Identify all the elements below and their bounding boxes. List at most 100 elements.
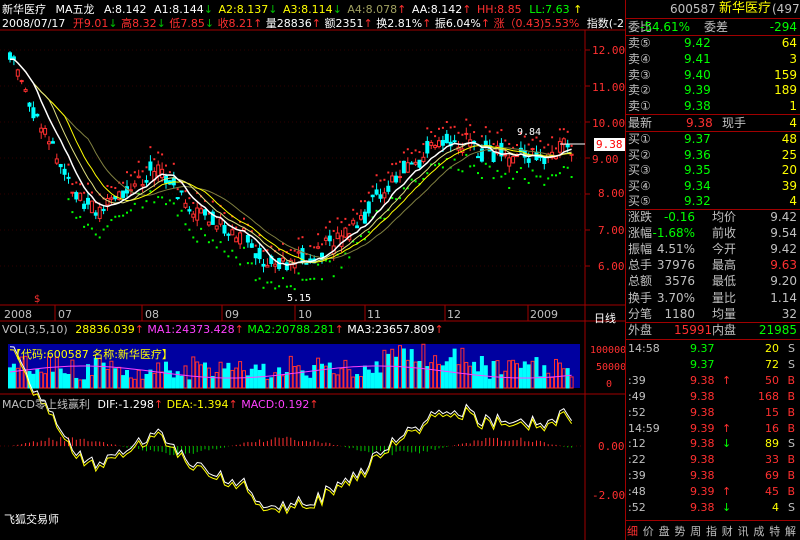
volume-bar bbox=[62, 373, 67, 389]
vol-title[interactable]: VOL(3,5,10) bbox=[2, 323, 68, 336]
bid-row[interactable]: 买③ 9.35 20 bbox=[626, 162, 800, 178]
vol-stock-info: 【代码:600587 名称:新华医疗】 bbox=[10, 348, 173, 361]
bid-row[interactable]: 买② 9.36 25 bbox=[626, 147, 800, 163]
tick-price: 9.38 bbox=[690, 501, 715, 514]
candle-body bbox=[39, 127, 44, 133]
tick-time: :49 bbox=[628, 389, 646, 403]
candle-body bbox=[19, 80, 24, 83]
bottom-tab[interactable]: 价 bbox=[643, 523, 654, 539]
bottom-tab[interactable]: 财 bbox=[722, 523, 733, 539]
bid-label: 买④ bbox=[628, 178, 651, 193]
bid-row[interactable]: 买④ 9.34 39 bbox=[626, 178, 800, 194]
bottom-tab[interactable]: 解 bbox=[785, 523, 796, 539]
support-dot bbox=[516, 171, 518, 174]
tick-time: :48 bbox=[628, 485, 646, 499]
support-dot bbox=[266, 281, 269, 284]
bar-change: 涨（0.43)5.53% bbox=[493, 17, 580, 30]
ask-volume: 64 bbox=[781, 36, 797, 50]
ask-row[interactable]: 卖② 9.39 189 bbox=[626, 82, 800, 98]
stat-value-1: -0.16 bbox=[663, 210, 695, 224]
bid-label: 买⑤ bbox=[628, 194, 651, 209]
resistance-dot bbox=[184, 190, 187, 193]
resistance-dot bbox=[352, 208, 355, 211]
ask-row[interactable]: 卖① 9.38 1 bbox=[626, 98, 800, 114]
macd-title[interactable]: MACD零上线赢利 bbox=[2, 398, 90, 411]
volume-bar bbox=[534, 357, 539, 389]
watermark: 飞狐交易师 bbox=[4, 513, 59, 526]
candle-body bbox=[156, 164, 161, 177]
last-label: 最新 bbox=[628, 116, 653, 130]
bottom-tab[interactable]: 周 bbox=[690, 523, 701, 539]
resistance-dot bbox=[473, 131, 476, 134]
period-selector[interactable]: 日线 bbox=[594, 310, 616, 326]
bottom-tab[interactable]: 讯 bbox=[738, 523, 749, 539]
support-dot bbox=[239, 263, 242, 266]
support-dot bbox=[184, 223, 187, 226]
support-dot bbox=[313, 277, 316, 280]
ask-row[interactable]: 卖③ 9.40 159 bbox=[626, 67, 800, 83]
bid-row[interactable]: 买⑤ 9.32 4 bbox=[626, 193, 800, 209]
candle-body bbox=[50, 141, 55, 144]
volume-bar bbox=[257, 369, 262, 389]
candle-body bbox=[265, 264, 270, 268]
support-dot bbox=[188, 228, 191, 231]
bar-close: 收8.21 bbox=[217, 17, 254, 30]
volume-bar bbox=[542, 365, 547, 389]
index-toggle[interactable]: 指数(-2 bbox=[587, 17, 624, 30]
chart-area[interactable]: 新华医疗 MA五龙 A:8.142 A1:8.144↓ A2:8.137↓ A3… bbox=[0, 0, 626, 540]
candle-body bbox=[503, 154, 508, 157]
volume-bar bbox=[378, 372, 383, 389]
candle-body bbox=[43, 127, 48, 135]
quote-name: 新华医疗 bbox=[719, 1, 772, 16]
support-dot bbox=[547, 177, 550, 180]
support-dot bbox=[410, 178, 413, 181]
stat-label-1: 分笔 bbox=[628, 306, 653, 321]
stat-label-1: 振幅 bbox=[628, 242, 653, 257]
bottom-tab[interactable]: 指 bbox=[706, 523, 717, 539]
stat-label-2: 均价 bbox=[712, 210, 737, 224]
bottom-tab[interactable]: 特 bbox=[769, 523, 780, 539]
stat-label-1: 总手 bbox=[628, 258, 653, 273]
support-dot bbox=[348, 256, 351, 259]
bottom-tab[interactable]: 盘 bbox=[659, 523, 670, 539]
resistance-dot bbox=[254, 244, 257, 247]
ask-row[interactable]: 卖④ 9.41 3 bbox=[626, 51, 800, 67]
volume-bar bbox=[253, 364, 258, 389]
resistance-dot bbox=[172, 162, 175, 165]
resistance-dot bbox=[293, 249, 296, 252]
resistance-dot bbox=[508, 142, 511, 145]
candle-body bbox=[335, 232, 340, 240]
support-dot bbox=[106, 225, 109, 228]
candle-body bbox=[401, 160, 406, 174]
support-dot bbox=[110, 219, 113, 222]
resistance-dot bbox=[336, 217, 339, 220]
bottom-tab[interactable]: 细 bbox=[627, 523, 638, 539]
candle-body bbox=[234, 237, 239, 243]
candle-body bbox=[8, 52, 12, 60]
stat-value-2: 9.63 bbox=[770, 258, 797, 273]
ask-row[interactable]: 卖⑤ 9.42 64 bbox=[626, 35, 800, 51]
volume-bar bbox=[203, 362, 207, 389]
vol-ma3: MA3:23657.809 bbox=[347, 323, 435, 336]
support-dot bbox=[469, 165, 472, 168]
support-dot bbox=[223, 250, 226, 253]
bottom-tab[interactable]: 成 bbox=[753, 523, 764, 539]
tick-volume: 168 bbox=[758, 389, 779, 403]
support-dot bbox=[235, 256, 238, 259]
candle-body bbox=[257, 247, 262, 260]
resistance-dot bbox=[122, 181, 125, 184]
bid-volume: 4 bbox=[789, 194, 797, 209]
bottom-tab[interactable]: 势 bbox=[674, 523, 685, 539]
bid-row[interactable]: 买① 9.37 48 bbox=[626, 131, 800, 147]
candle-body bbox=[89, 200, 94, 214]
volume-bar bbox=[312, 365, 317, 389]
kline-chart-svg[interactable] bbox=[0, 0, 625, 540]
volume-bar bbox=[304, 375, 309, 389]
support-dot bbox=[90, 227, 93, 230]
candle-body bbox=[405, 162, 410, 173]
tick-flag: B bbox=[787, 405, 795, 419]
ask-volume: 159 bbox=[774, 67, 797, 82]
tick-arrow: ↓ bbox=[722, 437, 732, 451]
volume-bar bbox=[187, 379, 192, 389]
dividend-marker-icon[interactable]: $ bbox=[34, 294, 40, 305]
